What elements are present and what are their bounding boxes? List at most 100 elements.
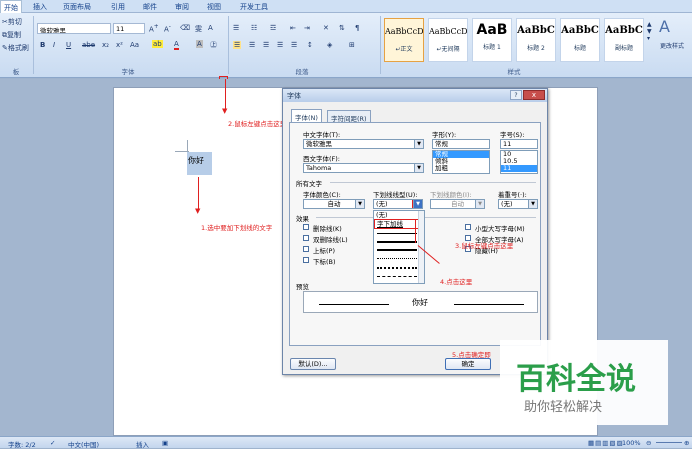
tab-insert[interactable]: 插入 bbox=[33, 2, 47, 12]
zoom-out-icon[interactable]: ⊖ bbox=[646, 439, 651, 447]
style-heading-2[interactable]: AaBbC 标题 2 bbox=[516, 18, 556, 62]
underline-style-select[interactable]: (无) ▼ bbox=[373, 199, 423, 209]
tab-references[interactable]: 引用 bbox=[111, 2, 125, 12]
zoom-slider[interactable] bbox=[656, 442, 682, 443]
line-spacing-icon[interactable]: ↕ bbox=[307, 41, 313, 49]
font-size-input[interactable]: 11 bbox=[500, 139, 538, 149]
char-border-icon[interactable]: A bbox=[208, 24, 213, 32]
tab-view[interactable]: 视图 bbox=[207, 2, 221, 12]
style-subtitle[interactable]: AaBbC 副标题 bbox=[604, 18, 644, 62]
align-center-icon[interactable]: ☰ bbox=[249, 41, 255, 49]
justify-icon[interactable]: ☰ bbox=[277, 41, 283, 49]
change-styles-icon[interactable]: A bbox=[659, 17, 670, 36]
style-preview: AaBbCcD bbox=[385, 27, 423, 36]
font-style-input[interactable]: 常规 bbox=[432, 139, 490, 149]
double-strikethrough-checkbox[interactable] bbox=[303, 235, 309, 241]
selected-text[interactable]: 你好 bbox=[188, 155, 204, 166]
bold-icon[interactable]: B bbox=[40, 41, 45, 49]
show-marks-icon[interactable]: ¶ bbox=[355, 24, 359, 32]
font-style-list[interactable]: 常规 倾斜 加粗 bbox=[432, 150, 490, 174]
small-caps-checkbox[interactable] bbox=[465, 224, 471, 230]
change-case-icon[interactable]: Aa bbox=[130, 41, 139, 49]
dialog-title: 字体 bbox=[287, 92, 301, 100]
emphasis-select[interactable]: (无) ▼ bbox=[498, 199, 538, 209]
underline-option-dashed[interactable] bbox=[377, 276, 417, 277]
style-no-spacing[interactable]: AaBbCcD ↵无间隔 bbox=[428, 18, 468, 62]
distribute-icon[interactable]: ☰ bbox=[291, 41, 297, 49]
zoom-level[interactable]: 100% bbox=[622, 439, 641, 447]
chinese-font-select[interactable]: 微软雅黑 ▼ bbox=[303, 139, 424, 149]
font-style-option[interactable]: 加粗 bbox=[433, 165, 489, 172]
underline-option-thick[interactable] bbox=[377, 249, 417, 251]
default-button[interactable]: 默认(D)... bbox=[290, 358, 336, 370]
increase-indent-icon[interactable]: ⇥ bbox=[304, 24, 310, 32]
copy-button[interactable]: ⧉复制 bbox=[2, 30, 21, 40]
underline-icon[interactable]: U bbox=[66, 41, 71, 49]
styles-scroll-icon[interactable]: ▲ ▼ ▾ bbox=[647, 21, 652, 42]
dropdown-arrow-icon: ▼ bbox=[414, 164, 423, 172]
font-size-combo[interactable]: 11 bbox=[113, 23, 145, 34]
grow-font-icon[interactable]: A+ bbox=[149, 24, 159, 33]
chinese-layout-icon[interactable]: ✕ bbox=[323, 24, 329, 32]
tab-char-spacing[interactable]: 字符间距(R) bbox=[327, 110, 371, 123]
decrease-indent-icon[interactable]: ⇤ bbox=[290, 24, 296, 32]
western-font-select[interactable]: Tahoma ▼ bbox=[303, 163, 424, 173]
phonetic-icon[interactable]: 雯 bbox=[195, 24, 202, 34]
underline-option-thick-dotted[interactable] bbox=[377, 267, 417, 269]
strikethrough-icon[interactable]: abe bbox=[82, 41, 95, 49]
bullets-icon[interactable]: ☰ bbox=[233, 24, 239, 32]
tab-mailings[interactable]: 邮件 bbox=[143, 2, 157, 12]
format-painter-button[interactable]: ✎格式刷 bbox=[2, 43, 29, 53]
underline-style-list[interactable]: (无) 字下加线 bbox=[373, 210, 425, 284]
char-shading-icon[interactable]: A bbox=[196, 40, 203, 48]
change-styles-label[interactable]: 更改样式 bbox=[660, 41, 692, 50]
style-normal[interactable]: AaBbCcD ↵正文 bbox=[384, 18, 424, 62]
tab-home[interactable]: 开始 bbox=[0, 0, 22, 13]
highlight-icon[interactable]: ab bbox=[152, 40, 163, 48]
underline-option-single[interactable] bbox=[377, 233, 417, 234]
subscript-icon[interactable]: x₂ bbox=[102, 41, 109, 49]
font-size-list[interactable]: 10 10.5 11 bbox=[500, 150, 538, 174]
superscript-checkbox[interactable] bbox=[303, 246, 309, 252]
underline-option-double[interactable] bbox=[377, 241, 417, 243]
view-buttons[interactable]: ▦▤▥▧▨ bbox=[588, 439, 624, 447]
font-color-icon[interactable]: A bbox=[174, 40, 179, 50]
strikethrough-checkbox[interactable] bbox=[303, 224, 309, 230]
align-right-icon[interactable]: ☰ bbox=[263, 41, 269, 49]
shrink-font-icon[interactable]: A- bbox=[164, 24, 171, 33]
borders-icon[interactable]: ⊞ bbox=[349, 41, 355, 49]
numbering-icon[interactable]: ☷ bbox=[251, 24, 257, 32]
subscript-checkbox[interactable] bbox=[303, 257, 309, 263]
shading-icon[interactable]: ◈ bbox=[327, 41, 332, 49]
enclose-char-icon[interactable]: ㊤ bbox=[210, 40, 217, 50]
italic-icon[interactable]: I bbox=[53, 41, 55, 49]
sort-icon[interactable]: ⇅ bbox=[339, 24, 345, 32]
help-icon[interactable]: ? bbox=[510, 90, 522, 100]
dropdown-arrow-icon: ▼ bbox=[475, 200, 484, 208]
cut-button[interactable]: ✂剪切 bbox=[2, 17, 22, 27]
clear-format-icon[interactable]: ⌫ bbox=[180, 24, 190, 32]
underline-option-words[interactable]: 字下加线 bbox=[374, 219, 424, 229]
section-divider bbox=[330, 182, 536, 183]
ok-button[interactable]: 确定 bbox=[445, 358, 491, 370]
tab-developer[interactable]: 开发工具 bbox=[240, 2, 268, 12]
tab-page-layout[interactable]: 页面布局 bbox=[63, 2, 91, 12]
tab-font[interactable]: 字体(N) bbox=[291, 109, 322, 123]
multilevel-list-icon[interactable]: ☲ bbox=[270, 24, 276, 32]
style-preview: AaB bbox=[476, 22, 508, 38]
style-heading-1[interactable]: AaB 标题 1 bbox=[472, 18, 512, 62]
align-left-icon[interactable]: ☰ bbox=[233, 41, 242, 49]
close-icon[interactable]: x bbox=[523, 90, 545, 100]
font-color-select[interactable]: 自动 ▼ bbox=[303, 199, 365, 209]
tab-review[interactable]: 审阅 bbox=[175, 2, 189, 12]
zoom-in-icon[interactable]: ⊕ bbox=[684, 439, 689, 447]
superscript-icon[interactable]: x² bbox=[116, 41, 123, 49]
style-title[interactable]: AaBbC 标题 bbox=[560, 18, 600, 62]
macro-icon[interactable]: ▣ bbox=[162, 439, 168, 447]
spelling-icon[interactable]: ✓ bbox=[50, 439, 55, 447]
dropdown-arrow-icon[interactable]: ▼ bbox=[412, 200, 422, 208]
font-name-combo[interactable]: 微软雅黑 bbox=[37, 23, 111, 34]
underline-option-dotted[interactable] bbox=[377, 258, 417, 259]
font-size-option[interactable]: 11 bbox=[501, 165, 537, 172]
underline-option-none[interactable]: (无) bbox=[374, 211, 424, 219]
